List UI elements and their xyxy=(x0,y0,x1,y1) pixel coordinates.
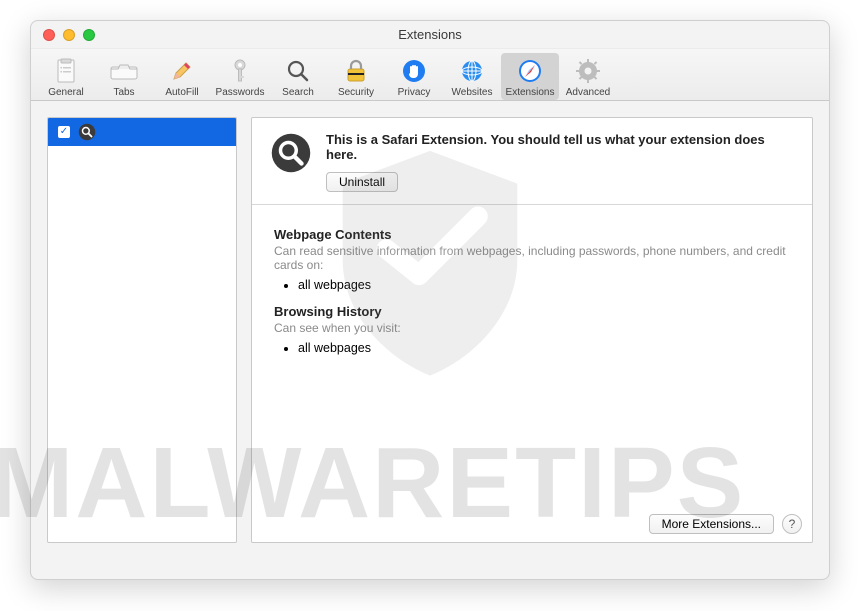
extension-list-item[interactable]: ✓ xyxy=(48,118,236,146)
minimize-icon[interactable] xyxy=(63,29,75,41)
tab-tabs[interactable]: Tabs xyxy=(95,53,153,100)
hand-icon xyxy=(400,57,428,85)
pencil-icon xyxy=(168,57,196,85)
tab-privacy[interactable]: Privacy xyxy=(385,53,443,100)
more-extensions-button[interactable]: More Extensions... xyxy=(649,514,774,534)
tab-label: Security xyxy=(327,87,385,98)
content-area: ✓ This is a Safari Extension. You should… xyxy=(31,101,829,559)
extensions-sidebar: ✓ xyxy=(47,117,237,543)
detail-footer: More Extensions... ? xyxy=(649,514,802,534)
key-icon xyxy=(226,57,254,85)
list-item: all webpages xyxy=(298,278,790,292)
zoom-icon[interactable] xyxy=(83,29,95,41)
section-list: all webpages xyxy=(298,278,790,292)
tab-label: Extensions xyxy=(501,87,559,98)
tab-autofill[interactable]: AutoFill xyxy=(153,53,211,100)
preferences-window: Extensions General Tabs AutoFill Passw xyxy=(30,20,830,580)
tab-websites[interactable]: Websites xyxy=(443,53,501,100)
tab-general[interactable]: General xyxy=(37,53,95,100)
extension-detail: This is a Safari Extension. You should t… xyxy=(251,117,813,543)
tab-advanced[interactable]: Advanced xyxy=(559,53,617,100)
preferences-toolbar: General Tabs AutoFill Passwords Search xyxy=(31,49,829,101)
section-heading: Webpage Contents xyxy=(274,227,790,242)
extension-enable-checkbox[interactable]: ✓ xyxy=(58,126,70,138)
tab-security[interactable]: Security xyxy=(327,53,385,100)
window-title: Extensions xyxy=(398,27,462,42)
tab-label: Privacy xyxy=(385,87,443,98)
uninstall-button[interactable]: Uninstall xyxy=(326,172,398,192)
extension-description: This is a Safari Extension. You should t… xyxy=(326,132,794,162)
tab-label: Search xyxy=(269,87,327,98)
list-item: all webpages xyxy=(298,341,790,355)
general-icon xyxy=(52,57,80,85)
compass-icon xyxy=(516,57,544,85)
lock-icon xyxy=(342,57,370,85)
gear-icon xyxy=(574,57,602,85)
permissions-body: Webpage Contents Can read sensitive info… xyxy=(252,205,812,385)
titlebar: Extensions xyxy=(31,21,829,49)
tab-label: Advanced xyxy=(559,87,617,98)
detail-header: This is a Safari Extension. You should t… xyxy=(252,118,812,205)
tab-label: Websites xyxy=(443,87,501,98)
search-icon xyxy=(270,132,312,174)
section-heading: Browsing History xyxy=(274,304,790,319)
search-icon xyxy=(284,57,312,85)
tab-label: AutoFill xyxy=(153,87,211,98)
section-list: all webpages xyxy=(298,341,790,355)
tab-label: Passwords xyxy=(211,87,269,98)
tab-search[interactable]: Search xyxy=(269,53,327,100)
globe-icon xyxy=(458,57,486,85)
search-icon xyxy=(78,123,96,141)
tabs-icon xyxy=(110,57,138,85)
section-text: Can see when you visit: xyxy=(274,321,790,335)
tab-passwords[interactable]: Passwords xyxy=(211,53,269,100)
traffic-lights xyxy=(31,29,95,41)
help-button[interactable]: ? xyxy=(782,514,802,534)
tab-label: Tabs xyxy=(95,87,153,98)
section-text: Can read sensitive information from webp… xyxy=(274,244,790,272)
tab-extensions[interactable]: Extensions xyxy=(501,53,559,100)
close-icon[interactable] xyxy=(43,29,55,41)
tab-label: General xyxy=(37,87,95,98)
